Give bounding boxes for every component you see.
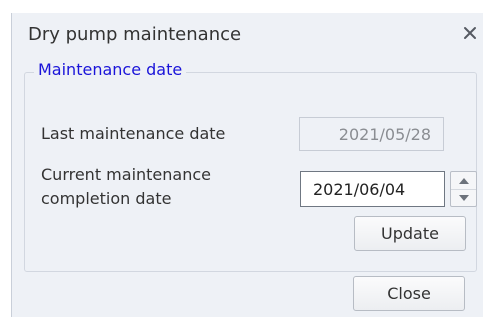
dialog-title: Dry pump maintenance (28, 24, 242, 45)
current-maintenance-date-value: 2021/06/04 (313, 179, 406, 199)
last-maintenance-date-value: 2021/05/28 (338, 124, 431, 144)
close-button[interactable]: Close (353, 276, 465, 311)
last-maintenance-date-field: 2021/05/28 (299, 117, 444, 151)
update-button[interactable]: Update (354, 216, 466, 251)
triangle-up-icon (458, 177, 469, 184)
dialog-titlebar: Dry pump maintenance (12, 13, 483, 57)
triangle-down-icon (458, 194, 469, 201)
group-legend: Maintenance date (34, 60, 187, 79)
last-maintenance-date-label: Last maintenance date (41, 124, 226, 143)
spinner-down-button[interactable] (451, 189, 476, 206)
maintenance-date-group: Maintenance date Last maintenance date 2… (24, 60, 477, 272)
current-label-line2: completion date (41, 189, 172, 208)
date-spinner[interactable] (450, 171, 477, 207)
current-maintenance-date-label: Current maintenance completion date (41, 163, 211, 211)
close-icon[interactable] (459, 22, 481, 44)
current-label-line1: Current maintenance (41, 165, 211, 184)
current-maintenance-date-input[interactable]: 2021/06/04 (300, 171, 445, 207)
spinner-up-button[interactable] (451, 172, 476, 190)
